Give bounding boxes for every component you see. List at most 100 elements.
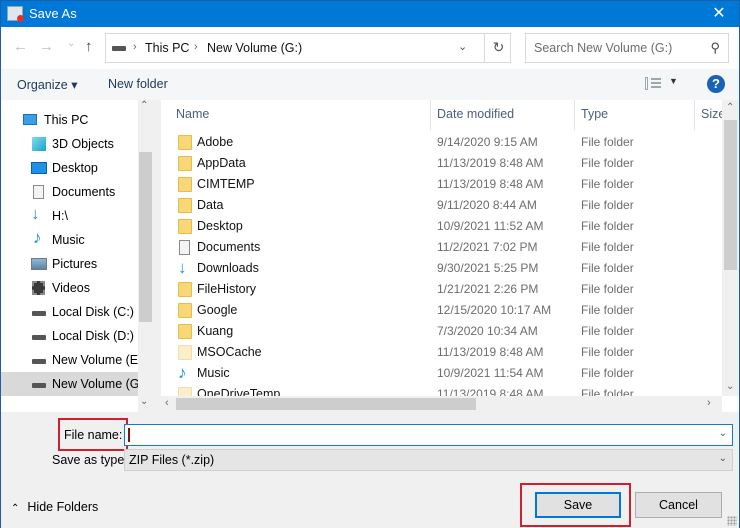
breadcrumb-this-pc[interactable]: This PC — [145, 41, 189, 55]
file-date-modified: 9/11/2020 8:44 AM — [437, 198, 537, 212]
sidebar-item-desktop[interactable]: Desktop — [1, 156, 138, 180]
file-list-horizontal-scroll-thumb[interactable] — [176, 398, 476, 410]
help-icon[interactable]: ? — [707, 75, 725, 93]
address-dropdown-chevron-icon[interactable]: ⌄ — [458, 40, 467, 53]
up-arrow-icon[interactable]: ↑ — [85, 38, 93, 55]
file-name: AppData — [197, 156, 246, 170]
file-name-input[interactable] — [127, 426, 707, 444]
sidebar-item-label: H:\ — [52, 209, 68, 223]
column-headers: ⌃ Name Date modified Type Size — [161, 100, 725, 130]
scroll-up-icon[interactable]: ⌃ — [140, 100, 148, 111]
file-name: Google — [197, 303, 238, 317]
new-folder-button[interactable]: New folder — [108, 77, 168, 91]
hide-folders-button[interactable]: ⌃ Hide Folders — [11, 500, 98, 514]
search-box[interactable]: Search New Volume (G:) ⚲ — [525, 33, 729, 63]
file-row[interactable]: Desktop 10/9/2021 11:52 AM File folder — [161, 216, 691, 237]
save-as-type-chevron-icon[interactable]: ⌄ — [719, 453, 727, 464]
file-type: File folder — [581, 219, 634, 233]
file-row[interactable]: Google 12/15/2020 10:17 AM File folder — [161, 300, 691, 321]
file-name: Downloads — [197, 261, 259, 275]
file-row[interactable]: ♪ Music 10/9/2021 11:54 AM File folder — [161, 363, 691, 384]
file-type: File folder — [581, 156, 634, 170]
file-row[interactable]: Documents 11/2/2021 7:02 PM File folder — [161, 237, 691, 258]
view-details-icon[interactable] — [645, 77, 661, 90]
file-row[interactable]: MSOCache 11/13/2019 8:48 AM File folder — [161, 342, 691, 363]
column-header-date-modified[interactable]: Date modified — [437, 107, 514, 121]
sidebar-item-documents[interactable]: Documents — [1, 180, 138, 204]
breadcrumb-separator[interactable]: › — [194, 41, 198, 53]
computer-icon — [23, 114, 37, 125]
scroll-right-icon[interactable]: › — [707, 397, 711, 409]
scroll-down-icon[interactable]: ⌄ — [140, 396, 148, 407]
file-name-label: File name: — [64, 428, 123, 442]
resize-grip[interactable] — [727, 516, 737, 526]
file-row[interactable]: Kuang 7/3/2020 10:34 AM File folder — [161, 321, 691, 342]
back-arrow-icon[interactable]: ← — [13, 38, 28, 55]
scroll-down-icon[interactable]: ⌄ — [726, 381, 734, 392]
app-icon — [7, 6, 24, 22]
sidebar-scroll-thumb[interactable] — [139, 152, 152, 322]
save-as-type-select[interactable]: ZIP Files (*.zip) ⌄ — [124, 449, 733, 471]
sidebar-item-label: Pictures — [52, 257, 98, 271]
file-type: File folder — [581, 366, 634, 380]
file-row[interactable]: FileHistory 1/21/2021 2:26 PM File folder — [161, 279, 691, 300]
folder-icon — [178, 177, 192, 192]
sidebar-item-label: Local Disk (D:) — [52, 329, 134, 343]
search-icon[interactable]: ⚲ — [710, 40, 720, 56]
file-row[interactable]: ↓ Downloads 9/30/2021 5:25 PM File folder — [161, 258, 691, 279]
sidebar-item-new-volume-e[interactable]: New Volume (E:) — [1, 348, 146, 372]
folder-icon — [178, 282, 192, 297]
view-options-dropdown-icon[interactable]: ▼ — [669, 76, 678, 86]
save-options-panel: File name: ⌄ Save as type: ZIP Files (*.… — [1, 412, 739, 528]
search-placeholder[interactable]: Search New Volume (G:) — [534, 41, 672, 55]
cancel-button[interactable]: Cancel — [635, 492, 722, 518]
file-row[interactable]: CIMTEMP 11/13/2019 8:48 AM File folder — [161, 174, 691, 195]
file-name-field[interactable]: ⌄ — [124, 424, 733, 446]
sidebar-item-local-disk-c[interactable]: Local Disk (C:) — [1, 300, 138, 324]
save-as-type-value: ZIP Files (*.zip) — [129, 453, 215, 467]
navigation-pane: This PC 3D Objects Desktop Documents ↓ H… — [1, 100, 153, 412]
download-arrow-icon: ↓ — [31, 204, 40, 223]
sidebar-item-label: New Volume (E:) — [52, 353, 146, 367]
column-header-type[interactable]: Type — [581, 107, 608, 121]
title-bar: Save As ✕ — [1, 1, 739, 27]
column-header-name[interactable]: Name — [176, 107, 209, 121]
sidebar-item-local-disk-d[interactable]: Local Disk (D:) — [1, 324, 138, 348]
sidebar-item-videos[interactable]: Videos — [1, 276, 138, 300]
refresh-button[interactable]: ↻ — [484, 33, 512, 63]
recent-locations-chevron-icon[interactable]: ⌄ — [67, 38, 75, 49]
file-row[interactable]: Data 9/11/2020 8:44 AM File folder — [161, 195, 691, 216]
organize-button[interactable]: Organize ▾ — [17, 77, 77, 92]
file-list-horizontal-scrollbar[interactable]: ‹ › — [161, 396, 722, 412]
file-name: Desktop — [197, 219, 243, 233]
sidebar-item-new-volume-g[interactable]: New Volume (G:) — [1, 372, 138, 396]
file-name-dropdown-chevron-icon[interactable]: ⌄ — [719, 428, 727, 439]
sidebar-item-label: 3D Objects — [52, 137, 114, 151]
breadcrumb-separator[interactable]: › — [133, 41, 137, 53]
file-list-vertical-scrollbar[interactable]: ⌃ ⌄ — [722, 100, 739, 396]
save-button[interactable]: Save — [535, 492, 621, 518]
sidebar-scrollbar[interactable]: ⌃ ⌄ — [138, 100, 153, 412]
sidebar-item-this-pc[interactable]: This PC — [1, 108, 138, 132]
forward-arrow-icon[interactable]: → — [39, 38, 54, 55]
address-bar[interactable]: › This PC › New Volume (G:) ⌄ ↻ — [105, 33, 511, 63]
file-list: ⌃ Name Date modified Type Size Adobe 9/14… — [161, 100, 739, 412]
file-date-modified: 11/2/2021 7:02 PM — [437, 240, 538, 254]
music-note-icon: ♪ — [33, 228, 42, 247]
sidebar-item-h-drive[interactable]: ↓ H:\ — [1, 204, 138, 228]
file-date-modified: 11/13/2019 8:48 AM — [437, 177, 544, 191]
file-row[interactable]: AppData 11/13/2019 8:48 AM File folder — [161, 153, 691, 174]
sort-ascending-icon: ⌃ — [296, 100, 304, 106]
breadcrumb-new-volume-g[interactable]: New Volume (G:) — [207, 41, 302, 55]
file-row[interactable]: Adobe 9/14/2020 9:15 AM File folder — [161, 132, 691, 153]
scroll-up-icon[interactable]: ⌃ — [726, 102, 734, 113]
sidebar-item-3d-objects[interactable]: 3D Objects — [1, 132, 138, 156]
sidebar-item-music[interactable]: ♪ Music — [1, 228, 138, 252]
scroll-left-icon[interactable]: ‹ — [165, 397, 169, 409]
window-title: Save As — [29, 6, 77, 21]
folder-icon — [178, 219, 192, 234]
close-button[interactable]: ✕ — [699, 1, 739, 27]
file-list-vertical-scroll-thumb[interactable] — [724, 120, 737, 270]
sidebar-item-pictures[interactable]: Pictures — [1, 252, 138, 276]
sidebar-item-label: Music — [52, 233, 85, 247]
